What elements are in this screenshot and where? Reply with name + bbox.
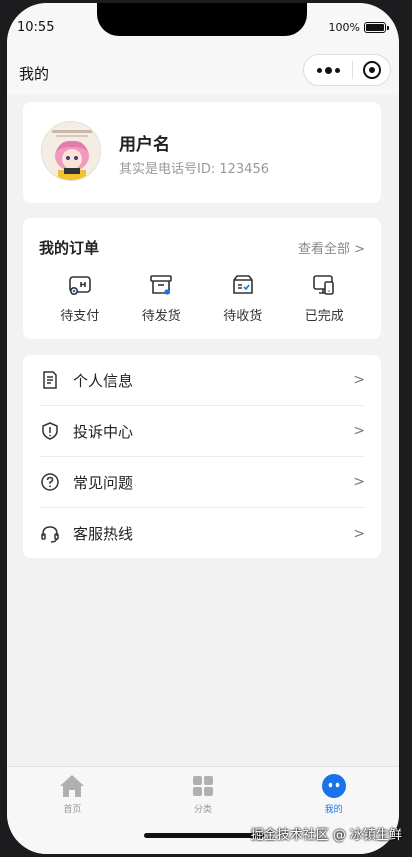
menu-card: 个人信息 > 投诉中心 > 常见问题 > 客服热线 > bbox=[23, 355, 381, 558]
tab-label: 首页 bbox=[63, 805, 82, 815]
menu-item-complaints[interactable]: 投诉中心 > bbox=[39, 406, 365, 457]
document-icon bbox=[39, 369, 61, 391]
tab-label: 分类 bbox=[194, 805, 213, 815]
box-icon bbox=[148, 272, 174, 298]
status-bar: 10:55 100% bbox=[7, 3, 399, 49]
user-id-text: 其实是电话号ID: 123456 bbox=[119, 162, 269, 177]
wallet-icon bbox=[67, 272, 93, 298]
order-completed[interactable]: 已完成 bbox=[289, 272, 359, 324]
order-label: 待支付 bbox=[60, 309, 100, 324]
question-icon bbox=[39, 471, 61, 493]
orders-card: 我的订单 查看全部 > 待支付 待发货 待收货 已完成 bbox=[23, 218, 381, 339]
order-label: 待收货 bbox=[223, 309, 263, 324]
status-time: 10:55 bbox=[17, 20, 55, 35]
nav-bar: 我的 bbox=[7, 49, 399, 95]
menu-label: 常见问题 bbox=[73, 473, 134, 492]
battery-percent: 100% bbox=[328, 21, 360, 34]
phone-screen: 10:55 100% 我的 用户名 其实是电话号ID: 123456 我的订单 … bbox=[7, 3, 399, 854]
devices-icon bbox=[311, 272, 337, 298]
tab-category[interactable]: 分类 bbox=[138, 767, 269, 854]
close-mini-program-button[interactable] bbox=[353, 55, 390, 85]
chevron-right-icon: > bbox=[353, 525, 365, 542]
more-dots-icon bbox=[316, 67, 322, 73]
shield-icon bbox=[39, 420, 61, 442]
menu-label: 个人信息 bbox=[73, 371, 134, 390]
watermark: 掘金技术社区 @ 冰镇生鲜 bbox=[250, 828, 402, 843]
view-all-orders-link[interactable]: 查看全部 > bbox=[298, 238, 365, 257]
menu-label: 投诉中心 bbox=[73, 422, 134, 441]
notch bbox=[97, 3, 307, 36]
menu-label: 客服热线 bbox=[73, 525, 134, 543]
tab-label: 我的 bbox=[324, 805, 343, 815]
order-label: 待发货 bbox=[141, 309, 181, 324]
order-label: 已完成 bbox=[304, 309, 344, 324]
menu-item-faq[interactable]: 常见问题 > bbox=[39, 457, 365, 508]
chevron-right-icon: > bbox=[353, 372, 365, 388]
order-pending-receipt[interactable]: 待收货 bbox=[208, 272, 278, 324]
home-icon bbox=[59, 773, 85, 799]
menu-item-hotline[interactable]: 客服热线 > bbox=[39, 508, 365, 559]
mini-program-capsule bbox=[303, 54, 391, 86]
tab-home[interactable]: 首页 bbox=[7, 767, 138, 854]
profile-icon bbox=[321, 773, 347, 799]
page-title: 我的 bbox=[19, 65, 50, 83]
headset-icon bbox=[39, 523, 61, 545]
battery-icon bbox=[364, 22, 389, 33]
orders-title: 我的订单 bbox=[39, 239, 100, 257]
chevron-right-icon: > bbox=[353, 474, 365, 490]
close-ring-icon bbox=[362, 61, 381, 79]
avatar[interactable] bbox=[41, 121, 101, 181]
more-options-button[interactable] bbox=[304, 55, 352, 85]
menu-item-personal-info[interactable]: 个人信息 > bbox=[39, 355, 365, 406]
home-indicator[interactable] bbox=[144, 833, 264, 838]
receive-box-icon bbox=[230, 272, 256, 298]
grid-icon bbox=[190, 773, 216, 799]
order-pending-payment[interactable]: 待支付 bbox=[45, 272, 115, 324]
order-pending-shipment[interactable]: 待发货 bbox=[126, 272, 196, 324]
user-card[interactable]: 用户名 其实是电话号ID: 123456 bbox=[23, 102, 381, 203]
chevron-right-icon: > bbox=[353, 423, 365, 439]
user-name: 用户名 bbox=[119, 135, 170, 155]
